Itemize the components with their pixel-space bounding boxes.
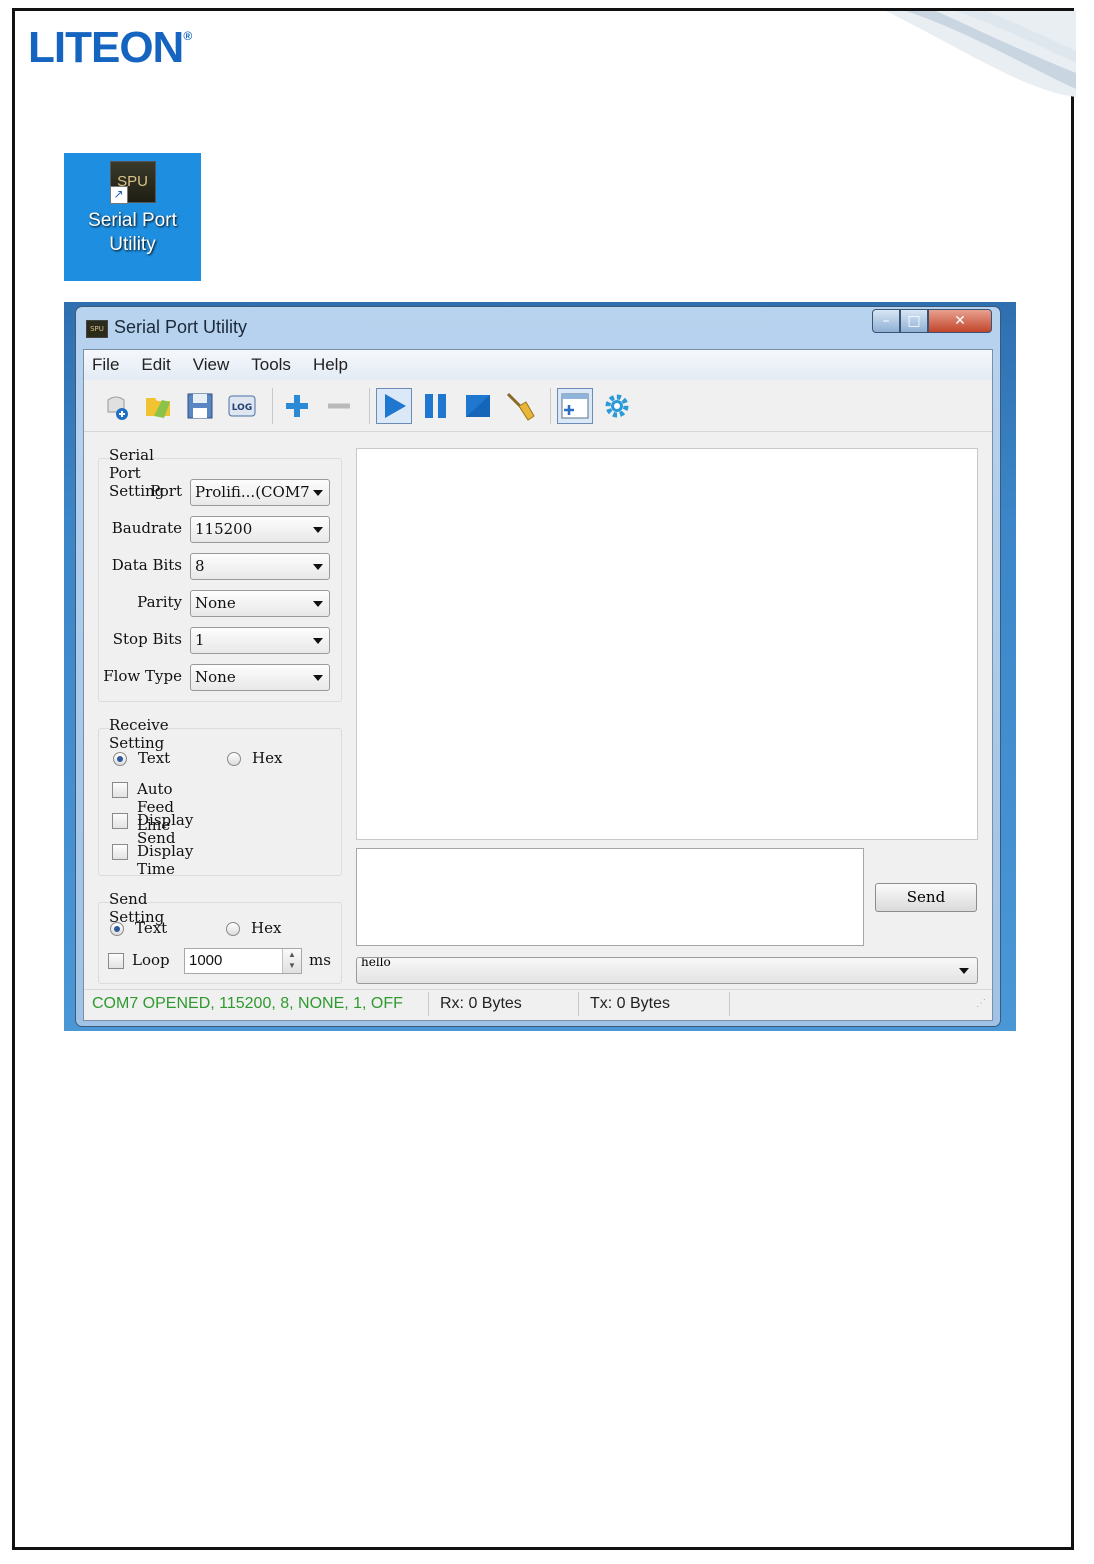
liteon-logo: LITEON® — [28, 23, 192, 72]
client-area: File Edit View Tools Help LOG Serial Por… — [83, 349, 993, 1021]
add-icon[interactable] — [279, 388, 315, 424]
desktop-shortcut-serial-port-utility[interactable]: SPU ↗ Serial Port Utility — [64, 153, 201, 281]
flow-type-label: Flow Type — [103, 667, 182, 685]
receive-hex-label: Hex — [252, 749, 283, 767]
loop-label: Loop — [132, 951, 170, 969]
stop-bits-select[interactable]: 1 — [190, 627, 330, 654]
chevron-down-icon — [313, 527, 323, 533]
status-bar: COM7 OPENED, 115200, 8, NONE, 1, OFF Rx:… — [84, 989, 992, 1020]
shortcut-arrow-icon: ↗ — [109, 186, 128, 204]
data-bits-label: Data Bits — [111, 556, 182, 574]
send-hex-radio[interactable] — [226, 922, 240, 936]
open-folder-icon[interactable] — [140, 388, 176, 424]
save-icon[interactable] — [182, 388, 218, 424]
chevron-down-icon — [313, 675, 323, 681]
maximize-button[interactable]: □ — [900, 309, 928, 333]
spin-arrows-icon[interactable]: ▲ ▼ — [282, 949, 301, 973]
remove-icon[interactable] — [321, 388, 357, 424]
menu-view[interactable]: View — [193, 355, 230, 375]
new-window-icon[interactable] — [557, 388, 593, 424]
receive-setting-title: Receive Setting — [109, 716, 169, 752]
ms-unit-label: ms — [309, 951, 331, 969]
receive-hex-radio[interactable] — [227, 752, 241, 766]
window-screenshot: SPU Serial Port Utility – □ ✕ File Edit … — [64, 302, 1016, 1031]
window-title: Serial Port Utility — [114, 317, 248, 337]
rx-count: Rx: 0 Bytes — [440, 995, 522, 1012]
flow-type-select[interactable]: None — [190, 664, 330, 691]
title-bar[interactable]: SPU Serial Port Utility – □ ✕ — [76, 307, 1000, 347]
play-icon[interactable] — [376, 388, 412, 424]
send-text-radio[interactable] — [110, 922, 124, 936]
toolbar-separator — [550, 388, 551, 424]
status-divider — [428, 992, 429, 1016]
loop-interval-spinbox[interactable]: 1000 ▲ ▼ — [184, 948, 302, 974]
clear-broom-icon[interactable] — [502, 388, 538, 424]
tx-count: Tx: 0 Bytes — [590, 995, 671, 1012]
toolbar-separator — [369, 388, 370, 424]
stop-icon[interactable] — [460, 388, 496, 424]
status-divider — [578, 992, 579, 1016]
menu-file[interactable]: File — [92, 355, 119, 375]
close-button[interactable]: ✕ — [928, 309, 992, 333]
baudrate-label: Baudrate — [111, 519, 182, 537]
log-icon[interactable]: LOG — [224, 388, 260, 424]
port-label: Port — [150, 482, 182, 500]
new-icon[interactable] — [98, 388, 134, 424]
shortcut-label: Serial Port Utility — [88, 210, 177, 255]
status-divider — [729, 992, 730, 1016]
connection-status: COM7 OPENED, 115200, 8, NONE, 1, OFF — [92, 995, 403, 1012]
serial-port-utility-window: SPU Serial Port Utility – □ ✕ File Edit … — [75, 306, 1001, 1027]
auto-feed-line-checkbox[interactable] — [112, 782, 128, 798]
chevron-down-icon — [959, 968, 969, 974]
chevron-down-icon — [313, 601, 323, 607]
send-history-select[interactable]: hello — [356, 957, 978, 984]
menu-edit[interactable]: Edit — [141, 355, 170, 375]
send-hex-label: Hex — [251, 919, 282, 937]
menu-help[interactable]: Help — [313, 355, 348, 375]
send-input-area[interactable] — [356, 848, 864, 946]
data-bits-select[interactable]: 8 — [190, 553, 330, 580]
loop-checkbox[interactable] — [108, 953, 124, 969]
receive-display-area[interactable] — [356, 448, 978, 840]
parity-label: Parity — [137, 593, 182, 611]
receive-text-radio[interactable] — [113, 752, 127, 766]
send-button[interactable]: Send — [875, 883, 977, 912]
pause-icon[interactable] — [418, 388, 454, 424]
chevron-down-icon — [313, 490, 323, 496]
display-send-checkbox[interactable] — [112, 813, 128, 829]
chevron-down-icon — [313, 638, 323, 644]
svg-text:LOG: LOG — [232, 403, 252, 413]
toolbar: LOG — [84, 381, 992, 432]
display-time-checkbox[interactable] — [112, 844, 128, 860]
port-select[interactable]: Prolifi...(COM7 — [190, 479, 330, 506]
baudrate-select[interactable]: 115200 — [190, 516, 330, 543]
display-time-label: Display Time — [137, 842, 194, 878]
settings-gear-icon[interactable] — [599, 388, 635, 424]
toolbar-separator — [272, 388, 273, 424]
send-text-label: Text — [135, 919, 168, 937]
resize-grip-icon[interactable]: ⋰ — [976, 998, 986, 1009]
caption-buttons: – □ ✕ — [872, 309, 992, 335]
parity-select[interactable]: None — [190, 590, 330, 617]
chevron-down-icon — [313, 564, 323, 570]
serial-port-utility-app-icon: SPU ↗ — [109, 161, 156, 204]
menu-tools[interactable]: Tools — [251, 355, 291, 375]
corner-swoosh-decoration — [886, 11, 1076, 97]
stop-bits-label: Stop Bits — [112, 630, 182, 648]
receive-text-label: Text — [138, 749, 171, 767]
app-icon: SPU — [86, 320, 108, 338]
minimize-button[interactable]: – — [872, 309, 900, 333]
menu-bar: File Edit View Tools Help — [84, 350, 992, 380]
